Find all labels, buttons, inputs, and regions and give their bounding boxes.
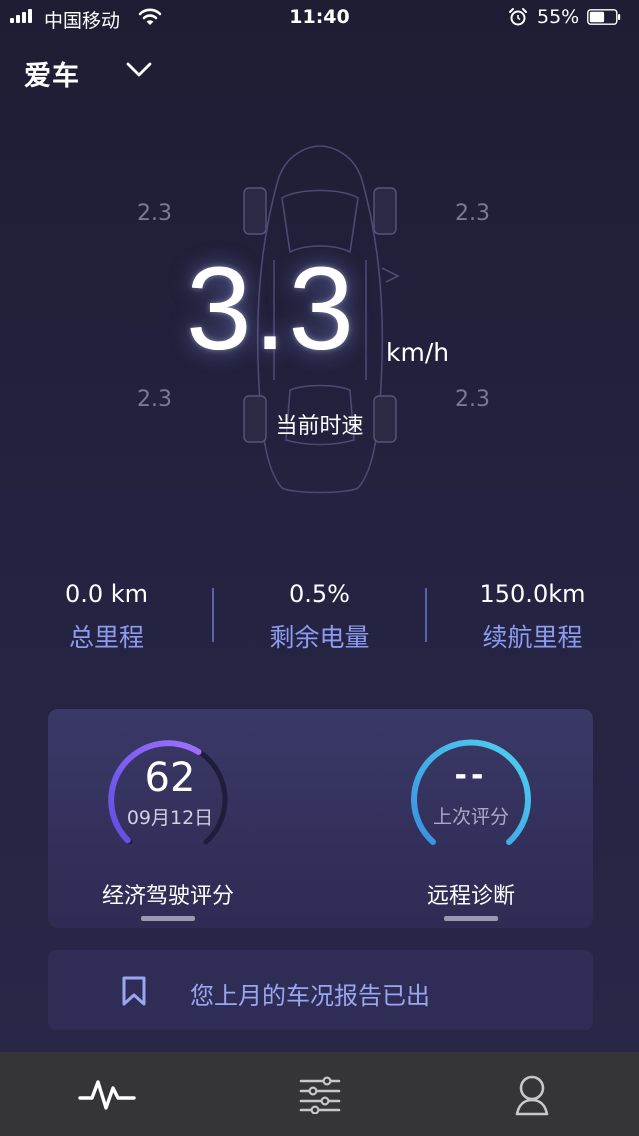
- status-bar: 中国移动 11:40 55%: [0, 0, 639, 36]
- eco-score-value: 62: [144, 755, 196, 801]
- tire-pressure-front-left: 2.3: [137, 201, 172, 226]
- remote-diagnosis-score: --: [454, 758, 488, 793]
- stat-value: 0.0 km: [64, 580, 149, 608]
- user-icon[interactable]: [514, 1074, 550, 1116]
- remote-diagnosis-gauge[interactable]: [403, 732, 539, 868]
- remote-diagnosis-label[interactable]: 远程诊断: [371, 878, 571, 910]
- chevron-down-icon[interactable]: [126, 62, 152, 78]
- remote-diagnosis-sublabel: 上次评分: [432, 806, 509, 828]
- activity-icon[interactable]: [78, 1074, 136, 1114]
- vehicle-selector-title[interactable]: 爱车: [24, 54, 80, 93]
- stat-value: 150.0km: [479, 580, 586, 608]
- battery-percent: 55%: [537, 6, 580, 28]
- stat-label: 总里程: [68, 623, 144, 652]
- stat-total-mileage: 0.0 km 总里程: [0, 580, 213, 654]
- remote-diagnosis-underline: [444, 916, 498, 921]
- current-speed-value: 3.3: [186, 243, 357, 375]
- monthly-report-text[interactable]: 您上月的车况报告已出: [190, 976, 430, 1011]
- tab-bar: [0, 1052, 639, 1136]
- alarm-icon: [509, 8, 527, 26]
- battery-icon: [587, 9, 621, 25]
- tire-pressure-front-right: 2.3: [455, 201, 490, 226]
- stat-range: 150.0km 续航里程: [426, 580, 639, 654]
- stat-label: 剩余电量: [269, 623, 370, 652]
- stat-value: 0.5%: [289, 580, 350, 608]
- eco-drive-label[interactable]: 经济驾驶评分: [68, 878, 268, 910]
- current-speed-label: 当前时速: [275, 414, 364, 439]
- eco-score-date: 09月12日: [126, 807, 214, 829]
- sliders-icon[interactable]: [299, 1074, 341, 1114]
- eco-drive-underline: [141, 916, 195, 921]
- speed-unit: km/h: [386, 338, 450, 367]
- bookmark-icon: [122, 976, 146, 1006]
- stat-label: 续航里程: [482, 623, 583, 652]
- stat-remaining-battery: 0.5% 剩余电量: [213, 580, 426, 654]
